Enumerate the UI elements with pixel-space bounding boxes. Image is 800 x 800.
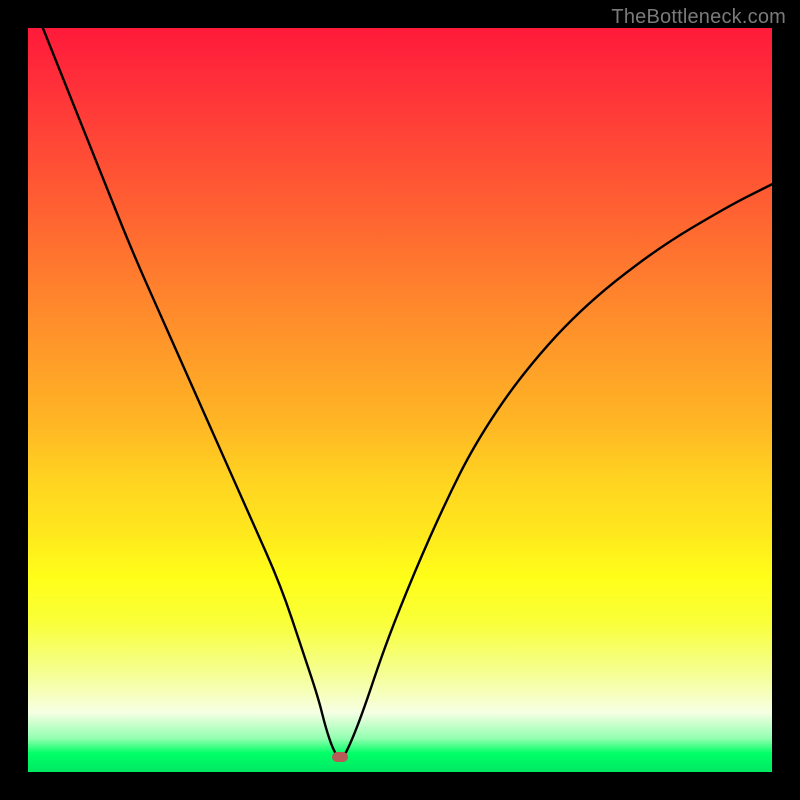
- optimum-marker: [332, 752, 348, 762]
- chart-frame: TheBottleneck.com: [0, 0, 800, 800]
- watermark-text: TheBottleneck.com: [611, 6, 786, 29]
- bottleneck-curve: [28, 28, 772, 772]
- curve-path: [43, 28, 772, 758]
- plot-area: [28, 28, 772, 772]
